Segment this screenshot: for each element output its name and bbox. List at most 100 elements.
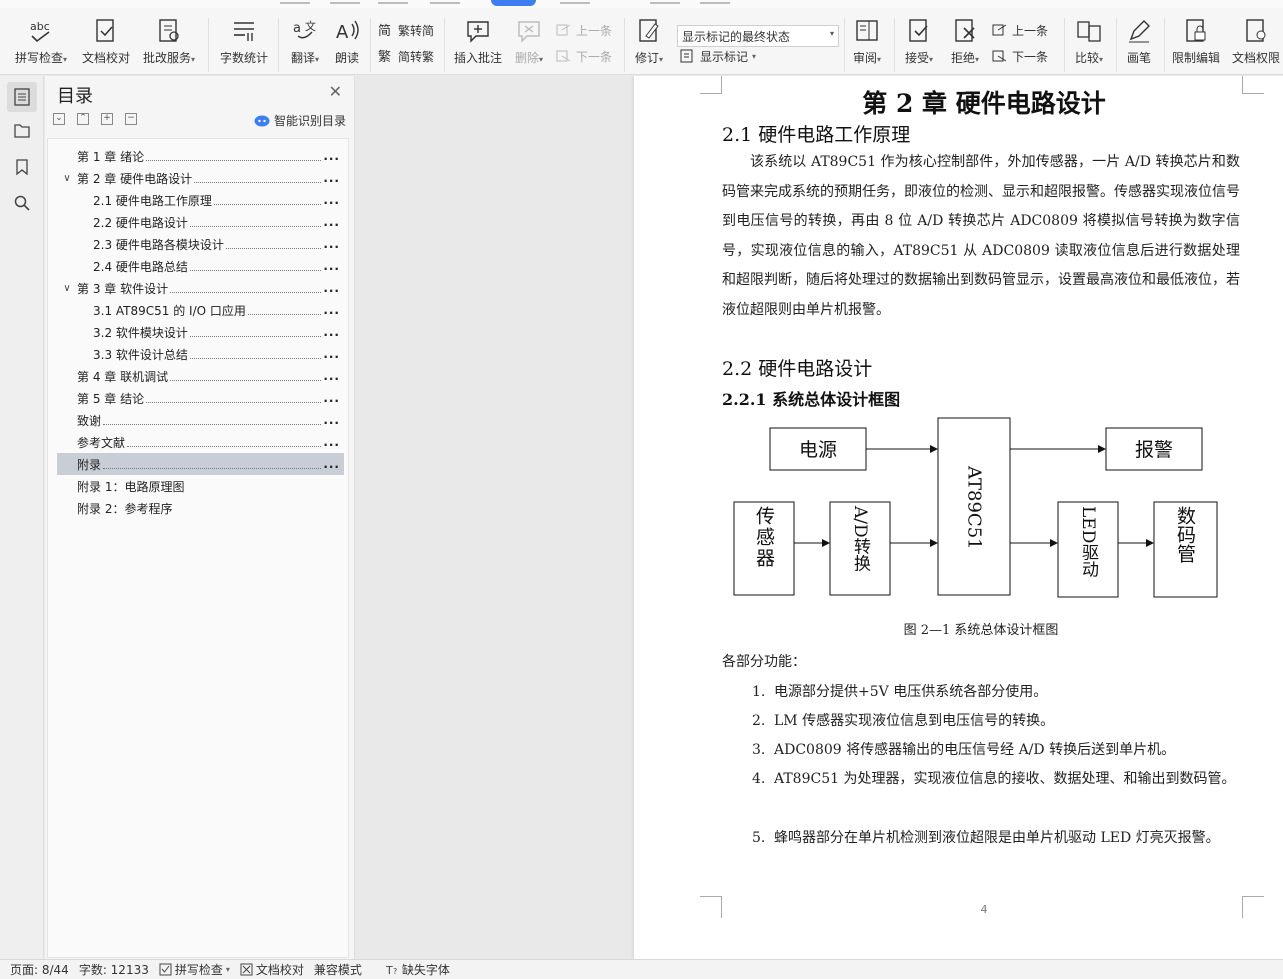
expand-plus-icon[interactable]: + [101,113,113,125]
status-doc-proof-button[interactable]: 文档校对 [240,961,304,978]
smart-toc-label: 智能识别目录 [273,114,346,128]
review-service-button[interactable]: 批改服务▾ [140,18,198,70]
toc-item-page: ... [323,237,340,251]
doc-proof-icon [96,19,114,42]
simp-to-trad-button[interactable]: 繁 简转繁 [378,46,434,66]
show-markup-button[interactable]: 显示标记 ▾ [680,46,756,66]
toc-item[interactable]: ∨ 第 3 章 软件设计... [57,277,344,299]
collapse-minus-icon[interactable]: − [125,113,137,125]
trad-to-simp-button[interactable]: 简 繁转简 [378,20,434,40]
page-indicator[interactable]: 页面: 8/44 [10,961,69,978]
menu-tab[interactable] [330,0,360,4]
toc-item[interactable]: 参考文献... [57,431,344,453]
markup-state-select[interactable]: 显示标记的最终状态 ▾ [677,25,839,47]
accept-button[interactable]: 接受▾ [900,18,938,70]
toc-item[interactable]: 2.4 硬件电路总结... [57,255,344,277]
menu-tab[interactable] [378,0,408,4]
svg-text:繁: 繁 [378,49,391,64]
menu-tab[interactable] [430,0,460,4]
menu-tab[interactable] [560,0,590,4]
leader-dots [170,284,322,293]
doc-permission-icon [1246,19,1266,42]
leader-dots [103,460,322,469]
doc-permission-button[interactable]: 文档权限 [1230,18,1282,70]
pen-button[interactable]: 画笔 [1122,18,1156,70]
toc-item[interactable]: 3.2 软件模块设计... [57,321,344,343]
menu-tab[interactable] [700,0,730,4]
compare-label: 比较 [1074,51,1099,65]
menu-tab[interactable] [280,0,310,4]
status-spell-check-button[interactable]: 拼写检查 ▾ [159,961,230,978]
collapse-down-icon[interactable]: ⌄ [53,113,65,125]
font-warning-icon: T? [386,964,397,976]
compare-button[interactable]: 比较▾ [1070,18,1108,70]
toc-item[interactable]: 2.1 硬件电路工作原理... [57,189,344,211]
toc-item-label: 3.3 软件设计总结 [93,347,188,362]
toc-item[interactable]: 附录 1：电路原理图 [57,475,344,497]
proof-icon [240,963,253,976]
toc-list: 第 1 章 绪论... ∨ 第 2 章 硬件电路设计... 2.1 硬件电路工作原理.… [47,138,349,958]
review-pane-icon [856,20,878,41]
toc-item[interactable]: 附录... [57,453,344,475]
search-panel-button[interactable] [7,188,37,218]
doc-proof-button[interactable]: 文档校对 [80,18,132,70]
toc-item[interactable]: 第 1 章 绪论... [57,145,344,167]
list-text: 电源部分提供+5V 电压供系统各部分使用。 [774,684,1048,700]
toc-item[interactable]: 附录 2：参考程序 [57,497,344,519]
list-number: 2. [752,713,766,729]
menu-tab-active[interactable] [491,0,536,6]
review-pane-button[interactable]: 审阅▾ [848,18,886,70]
show-markup-label: 显示标记 [700,49,749,64]
smart-toc-button[interactable]: 智能识别目录 [254,112,346,129]
toc-item-page: ... [323,413,340,427]
read-aloud-button[interactable]: A 朗读 [332,18,362,70]
menu-tab[interactable] [650,0,680,4]
translate-button[interactable]: a文 翻译▾ [286,18,324,70]
reject-label: 拒绝 [950,51,975,65]
spell-check-icon: abc [30,20,50,43]
review-pane-label: 审阅 [852,51,877,65]
missing-font-button[interactable]: T? 缺失字体 [386,961,450,978]
expand-toggle-icon[interactable]: ∨ [57,283,77,294]
bookmark-panel-button[interactable] [7,152,37,182]
missing-font-label: 缺失字体 [401,963,450,977]
toc-panel-button[interactable] [7,82,37,112]
toc-icon [14,88,30,106]
chapter-nav-button[interactable] [7,116,37,146]
reject-icon [955,19,975,42]
restrict-edit-button[interactable]: 限制编辑 [1170,18,1222,70]
delete-comment-button[interactable]: 删除▾ [510,18,548,70]
toc-item[interactable]: 2.3 硬件电路各模块设计... [57,233,344,255]
expand-toggle-icon[interactable]: ∨ [57,173,77,184]
toc-item[interactable]: 第 4 章 联机调试... [57,365,344,387]
toc-toolbar: ⌄ ⌃ + − [53,113,137,125]
simp-to-trad-label: 简转繁 [398,49,435,64]
compare-icon [1077,21,1101,42]
toc-item-label: 附录 1：电路原理图 [77,479,185,494]
close-icon[interactable]: ✕ [329,82,342,101]
track-changes-button[interactable]: 修订▾ [630,18,668,70]
toc-item[interactable]: ∨ 第 2 章 硬件电路设计... [57,167,344,189]
toc-item[interactable]: 3.1 AT89C51 的 I/O 口应用... [57,299,344,321]
toc-item-page: ... [323,193,340,207]
toc-item[interactable]: 第 5 章 结论... [57,387,344,409]
word-count-indicator[interactable]: 字数: 12133 [79,961,149,978]
toc-panel: 目录 ✕ ⌄ ⌃ + − 智能识别目录 第 1 章 绪论... ∨ 第 2 章 硬件… [45,76,355,959]
toc-item[interactable]: 2.2 硬件电路设计... [57,211,344,233]
list-number: 3. [752,742,766,758]
toc-item[interactable]: 致谢... [57,409,344,431]
prev-change-button[interactable]: 上一条 [992,20,1048,40]
collapse-up-icon[interactable]: ⌃ [77,113,89,125]
functions-lead: 各部分功能： [722,654,806,670]
insert-comment-button[interactable]: 插入批注 [452,18,504,70]
toc-title: 目录 [57,86,93,107]
toc-item[interactable]: 3.3 软件设计总结... [57,343,344,365]
spell-check-button[interactable]: abc 拼写检查▾ [10,18,72,70]
toc-item-label: 第 5 章 结论 [77,391,145,406]
body-paragraph: 该系统以 AT89C51 作为核心控制部件，外加传感器，一片 A/D 转换芯片和… [722,154,1240,318]
prev-comment-button[interactable]: 上一条 [556,20,612,40]
word-count-button[interactable]: 字数统计 [218,18,270,70]
next-comment-button[interactable]: 下一条 [556,46,612,66]
next-change-button[interactable]: 下一条 [992,46,1048,66]
reject-button[interactable]: 拒绝▾ [946,18,984,70]
